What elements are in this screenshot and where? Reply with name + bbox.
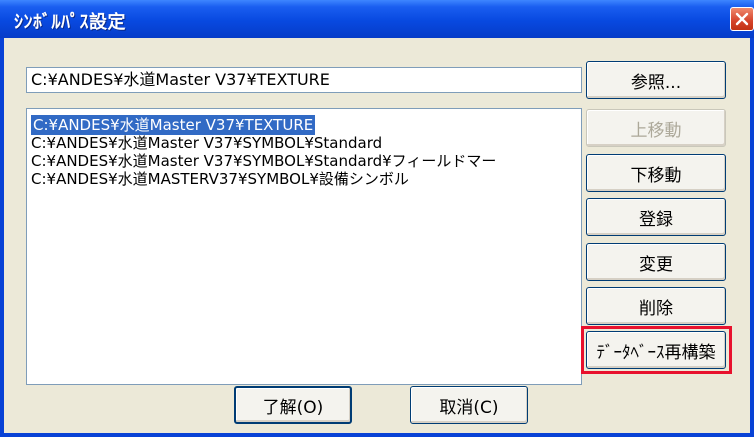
dialog-window: ｼﾝﾎﾞﾙﾊﾟｽ設定 C:¥ANDES¥水道Master V37¥TEXTURE… — [0, 0, 754, 437]
list-item[interactable]: C:¥ANDES¥水道MASTERV37¥SYMBOL¥設備シンボル — [31, 169, 409, 189]
change-button[interactable]: 変更 — [586, 243, 726, 281]
register-button[interactable]: 登録 — [586, 198, 726, 236]
title-bar[interactable]: ｼﾝﾎﾞﾙﾊﾟｽ設定 — [0, 0, 754, 38]
list-item[interactable]: C:¥ANDES¥水道Master V37¥SYMBOL¥Standard¥フィ… — [31, 151, 496, 171]
delete-button[interactable]: 削除 — [586, 287, 726, 325]
ok-button[interactable]: 了解(O) — [234, 386, 352, 424]
move-up-button[interactable]: 上移動 — [586, 109, 726, 147]
path-input[interactable]: C:¥ANDES¥水道Master V37¥TEXTURE — [26, 67, 582, 93]
close-icon — [735, 12, 749, 26]
move-down-button[interactable]: 下移動 — [586, 154, 726, 192]
cancel-button[interactable]: 取消(C) — [410, 386, 528, 424]
browse-button[interactable]: 参照... — [586, 61, 726, 99]
highlight-box — [581, 326, 732, 374]
window-title: ｼﾝﾎﾞﾙﾊﾟｽ設定 — [14, 12, 126, 33]
dialog-body: C:¥ANDES¥水道Master V37¥TEXTURE C:¥ANDES¥水… — [4, 38, 750, 433]
list-item[interactable]: C:¥ANDES¥水道Master V37¥SYMBOL¥Standard — [31, 133, 382, 153]
close-button[interactable] — [730, 7, 754, 31]
path-listbox[interactable]: C:¥ANDES¥水道Master V37¥TEXTURE C:¥ANDES¥水… — [26, 108, 582, 385]
list-item-selected[interactable]: C:¥ANDES¥水道Master V37¥TEXTURE — [31, 115, 316, 135]
